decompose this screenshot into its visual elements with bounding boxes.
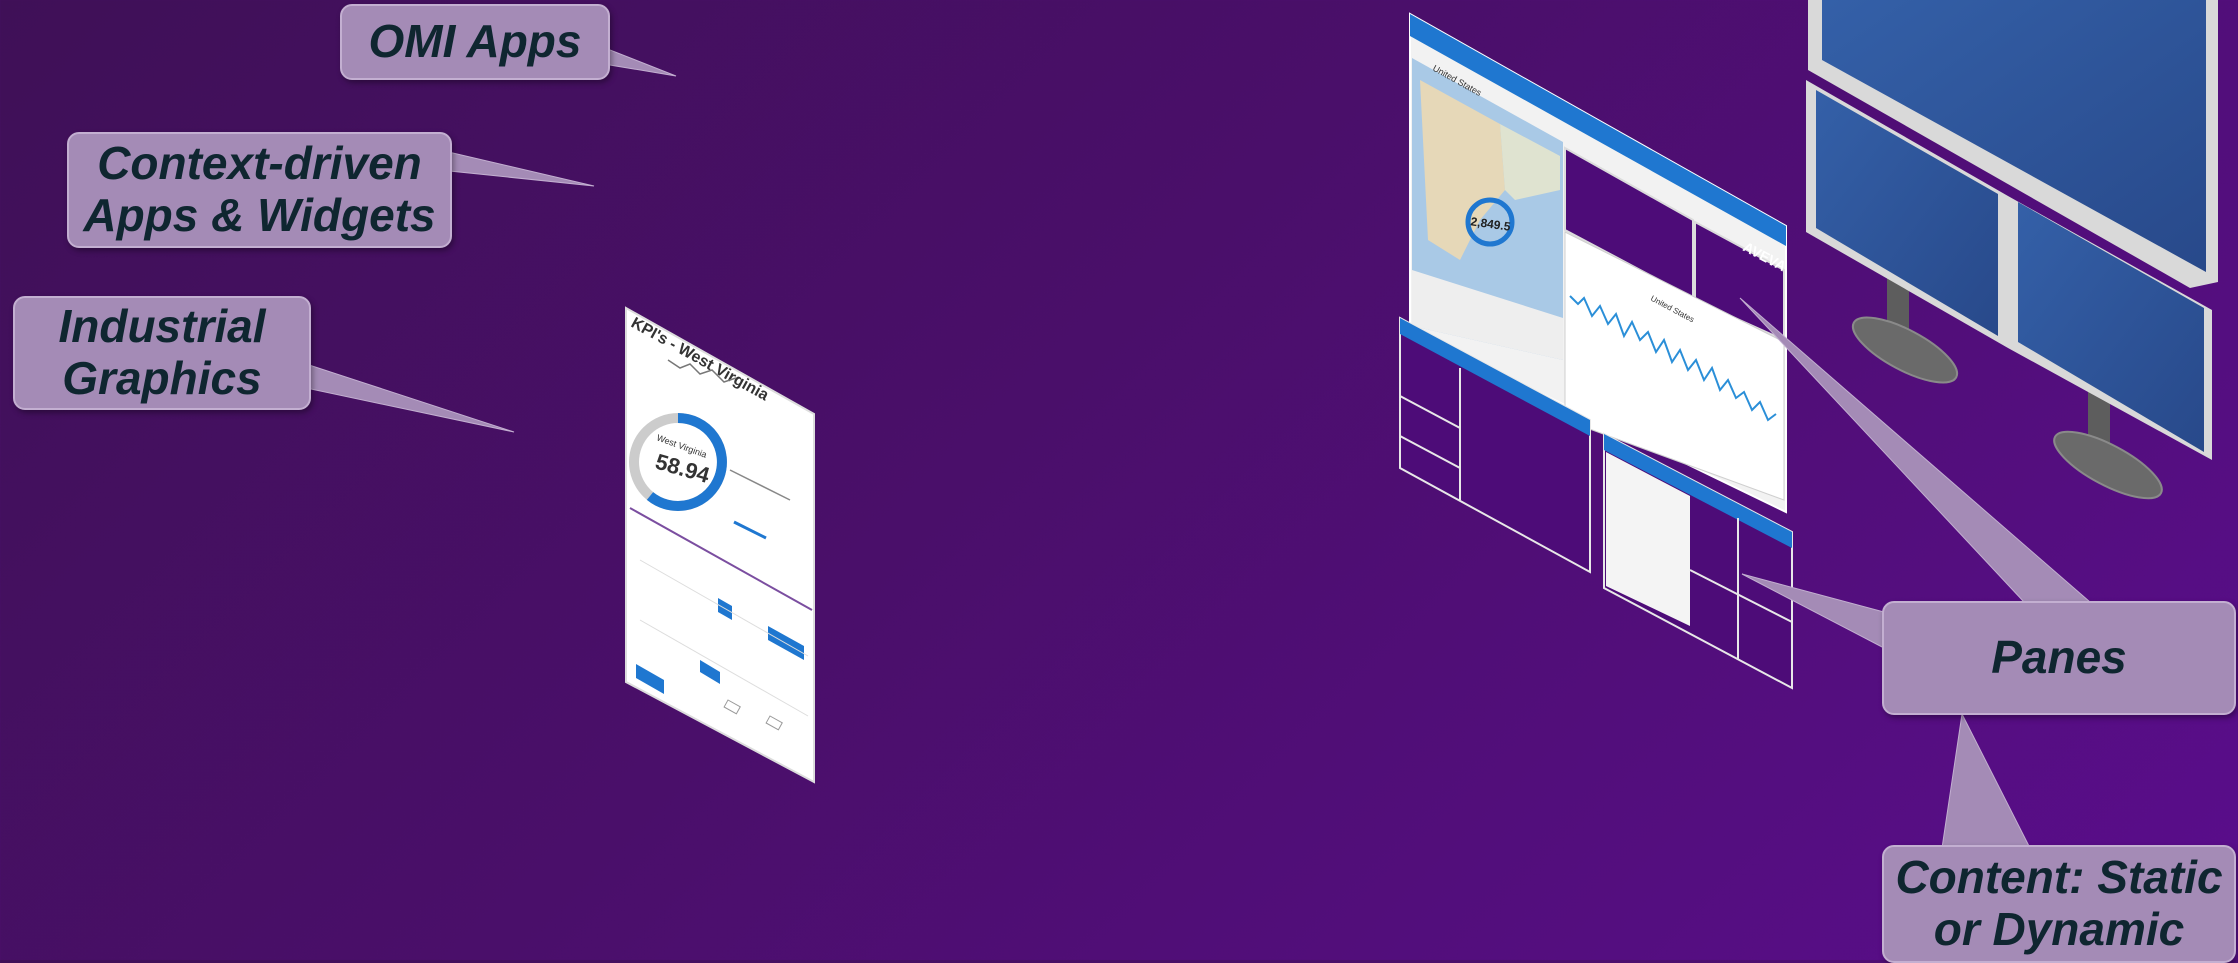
callout-context-line2: Apps & Widgets — [83, 189, 436, 241]
callout-omi-apps: OMI Apps — [340, 4, 610, 80]
callout-context-driven: Context-driven Apps & Widgets — [67, 132, 452, 248]
pointer-context-driven — [439, 149, 595, 187]
callout-panes-text: Panes — [1991, 631, 2127, 684]
callout-industrial-line2: Graphics — [62, 352, 262, 404]
kpi-graphic-panel: KPI's - West Virginia West Virginia 58.9… — [625, 306, 815, 784]
callout-industrial-graphics: Industrial Graphics — [13, 296, 311, 410]
callout-context-line1: Context-driven — [97, 137, 422, 190]
pointer-industrial-graphics — [299, 361, 515, 433]
panes-cluster: 2,849.5 United States AVEVA United State… — [1399, 12, 1793, 690]
callout-content: Content: Static or Dynamic — [1882, 845, 2236, 963]
callout-industrial-line1: Industrial — [58, 300, 266, 353]
callout-content-line1: Content: Static — [1895, 851, 2223, 904]
pointer-omi-apps — [599, 45, 677, 77]
callout-content-line2: or Dynamic — [1933, 903, 2185, 955]
callout-omi-apps-text: OMI Apps — [368, 15, 582, 68]
pointer-content — [1941, 712, 2031, 849]
callout-panes: Panes — [1882, 601, 2236, 715]
